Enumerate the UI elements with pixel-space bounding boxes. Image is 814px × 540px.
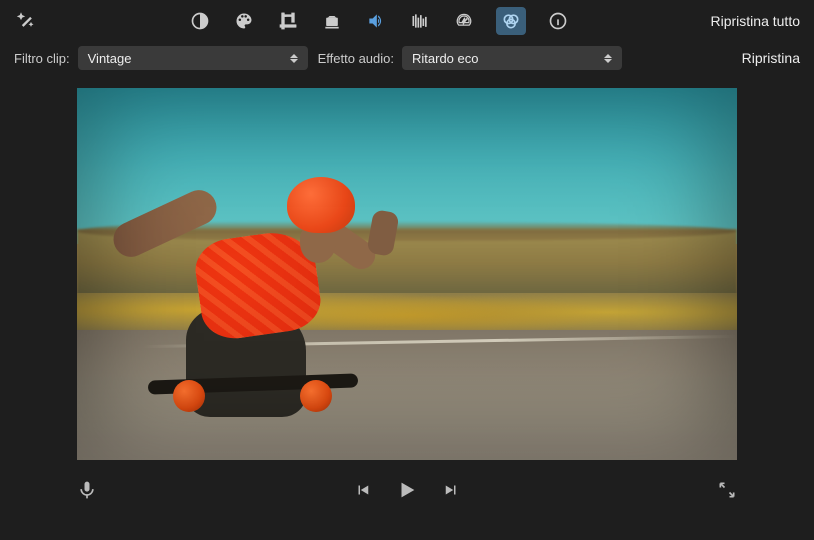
clip-filter-value: Vintage: [88, 51, 132, 66]
microphone-icon[interactable]: [76, 479, 98, 501]
speed-icon[interactable]: [452, 9, 476, 33]
audio-effect-label: Effetto audio:: [318, 51, 394, 66]
color-palette-icon[interactable]: [232, 9, 256, 33]
color-balance-icon[interactable]: [188, 9, 212, 33]
previous-icon[interactable]: [352, 479, 374, 501]
chevron-updown-icon: [290, 54, 298, 63]
clip-filter-select[interactable]: Vintage: [78, 46, 308, 70]
playback-bar: [0, 468, 814, 512]
clip-filter-label: Filtro clip:: [14, 51, 70, 66]
play-icon[interactable]: [396, 479, 418, 501]
reset-all-button[interactable]: Ripristina tutto: [711, 13, 800, 29]
next-icon[interactable]: [440, 479, 462, 501]
filter-bar: Filtro clip: Vintage Effetto audio: Rita…: [0, 42, 814, 80]
audio-effect-select[interactable]: Ritardo eco: [402, 46, 622, 70]
audio-effect-value: Ritardo eco: [412, 51, 478, 66]
noise-reduction-icon[interactable]: [408, 9, 432, 33]
volume-icon[interactable]: [364, 9, 388, 33]
video-preview[interactable]: [77, 88, 737, 460]
fullscreen-icon[interactable]: [716, 479, 738, 501]
magic-wand-icon[interactable]: [14, 9, 38, 33]
info-icon[interactable]: [546, 9, 570, 33]
reset-button[interactable]: Ripristina: [742, 50, 800, 66]
crop-icon[interactable]: [276, 9, 300, 33]
stabilize-icon[interactable]: [320, 9, 344, 33]
preview-area: [0, 80, 814, 468]
top-toolbar: Ripristina tutto: [0, 0, 814, 42]
filter-icon[interactable]: [496, 7, 526, 35]
chevron-updown-icon: [604, 54, 612, 63]
